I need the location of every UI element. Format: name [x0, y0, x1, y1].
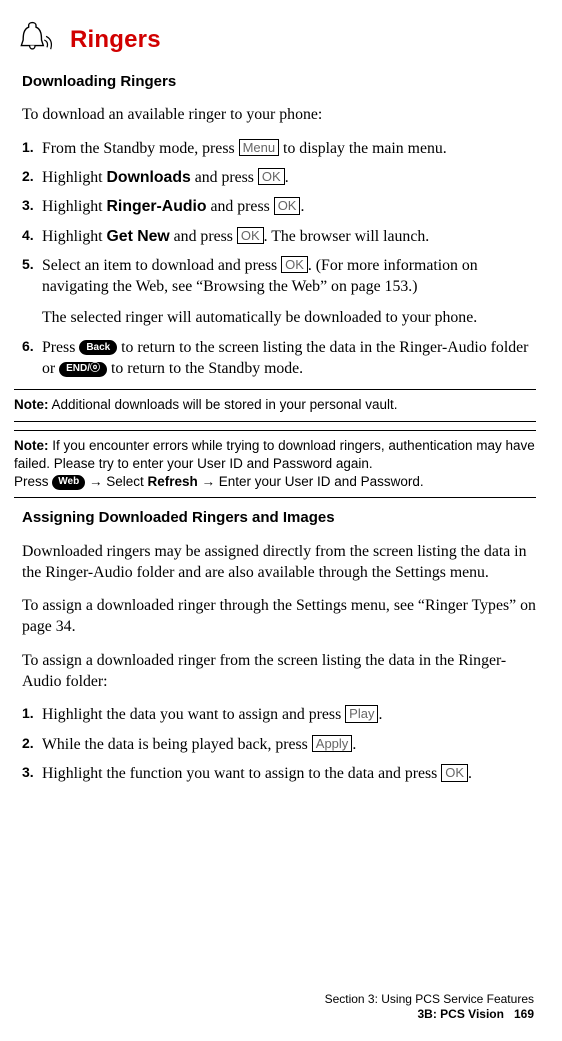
menu-key: Menu	[239, 139, 280, 157]
heading-downloading-ringers: Downloading Ringers	[22, 72, 536, 92]
back-key: Back	[79, 340, 117, 355]
step-text: From the Standby mode, press	[42, 140, 239, 157]
step-text: .	[468, 765, 472, 782]
step-1: 1. From the Standby mode, press Menu to …	[22, 138, 536, 159]
assign-steps-list: 1. Highlight the data you want to assign…	[22, 704, 536, 784]
step-number: 3.	[22, 196, 34, 215]
step-text: .	[300, 198, 304, 215]
step-follow-text: The selected ringer will automatically b…	[42, 307, 536, 328]
step-text: to return to the Standby mode.	[107, 360, 303, 377]
note-vault: Note: Additional downloads will be store…	[14, 389, 536, 421]
menu-item-ringer-audio: Ringer-Audio	[107, 198, 207, 215]
assign-para-1: Downloaded ringers may be assigned direc…	[22, 541, 536, 584]
footer-subsection: 3B: PCS Vision	[417, 1007, 503, 1021]
note-label: Note:	[14, 397, 49, 412]
step-text: Highlight	[42, 169, 107, 186]
note-text: Additional downloads will be stored in y…	[49, 397, 398, 412]
menu-item-get-new: Get New	[107, 228, 170, 245]
step-text: Highlight	[42, 228, 107, 245]
page-number: 169	[514, 1007, 534, 1021]
apply-key: Apply	[312, 735, 353, 753]
step-number: 5.	[22, 255, 34, 274]
page-header: Ringers	[14, 18, 536, 62]
step-3: 3. Highlight Ringer-Audio and press OK.	[22, 196, 536, 217]
step-1: 1. Highlight the data you want to assign…	[22, 704, 536, 725]
step-text: to display the main menu.	[279, 140, 447, 157]
ok-key: OK	[258, 168, 285, 186]
step-number: 1.	[22, 138, 34, 157]
step-text: .	[352, 736, 356, 753]
bell-icon	[14, 18, 58, 62]
step-4: 4. Highlight Get New and press OK. The b…	[22, 226, 536, 247]
step-text: Highlight	[42, 198, 107, 215]
step-number: 6.	[22, 337, 34, 356]
end-key: END/ⓞ	[59, 362, 107, 377]
step-text: Highlight the function you want to assig…	[42, 765, 441, 782]
page-title: Ringers	[70, 24, 161, 56]
step-6: 6. Press Back to return to the screen li…	[22, 337, 536, 380]
step-number: 3.	[22, 763, 34, 782]
web-key: Web	[52, 475, 85, 490]
note-text: If you encounter errors while trying to …	[14, 438, 535, 471]
step-number: 2.	[22, 734, 34, 753]
intro-text: To download an available ringer to your …	[22, 104, 536, 125]
step-text: Highlight the data you want to assign an…	[42, 706, 345, 723]
heading-assigning: Assigning Downloaded Ringers and Images	[22, 508, 536, 528]
step-5: 5. Select an item to download and press …	[22, 255, 536, 329]
step-text: Select an item to download and press	[42, 257, 281, 274]
step-text: .	[378, 706, 382, 723]
step-text: and press	[207, 198, 274, 215]
step-text: While the data is being played back, pre…	[42, 736, 312, 753]
page-footer: Section 3: Using PCS Service Features 3B…	[325, 992, 534, 1023]
step-3: 3. Highlight the function you want to as…	[22, 763, 536, 784]
step-text: and press	[170, 228, 237, 245]
menu-item-refresh: Refresh	[147, 474, 197, 489]
step-number: 4.	[22, 226, 34, 245]
step-text: and press	[191, 169, 258, 186]
step-text: Press	[42, 339, 79, 356]
note-label: Note:	[14, 438, 49, 453]
assign-para-3: To assign a downloaded ringer from the s…	[22, 650, 536, 693]
footer-section-line: Section 3: Using PCS Service Features	[325, 992, 534, 1008]
download-steps-list: 1. From the Standby mode, press Menu to …	[22, 138, 536, 380]
step-2: 2. While the data is being played back, …	[22, 734, 536, 755]
menu-item-downloads: Downloads	[107, 169, 191, 186]
step-number: 2.	[22, 167, 34, 186]
note-text: → Select	[85, 474, 147, 489]
step-text: .	[285, 169, 289, 186]
note-auth-error: Note: If you encounter errors while tryi…	[14, 430, 536, 499]
step-2: 2. Highlight Downloads and press OK.	[22, 167, 536, 188]
ok-key: OK	[274, 197, 301, 215]
note-text: Press	[14, 474, 52, 489]
step-number: 1.	[22, 704, 34, 723]
ok-key: OK	[237, 227, 264, 245]
note-text: → Enter your User ID and Password.	[198, 474, 424, 489]
step-text: . The browser will launch.	[264, 228, 430, 245]
play-key: Play	[345, 705, 378, 723]
ok-key: OK	[441, 764, 468, 782]
ok-key: OK	[281, 256, 308, 274]
assign-para-2: To assign a downloaded ringer through th…	[22, 595, 536, 638]
